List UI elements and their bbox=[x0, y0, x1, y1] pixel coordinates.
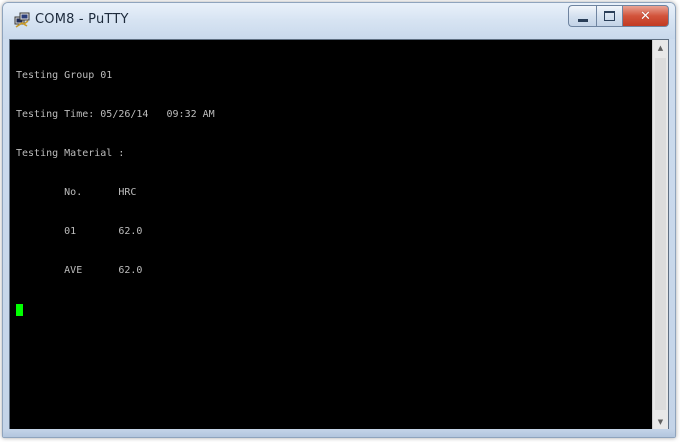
terminal-line: AVE 62.0 bbox=[16, 265, 143, 276]
maximize-button[interactable] bbox=[596, 5, 623, 27]
scroll-up-icon[interactable]: ▲ bbox=[653, 40, 668, 56]
title-bar[interactable]: COM8 - PuTTY ✕ bbox=[3, 3, 675, 39]
scroll-thumb[interactable] bbox=[655, 58, 666, 410]
putty-icon[interactable] bbox=[13, 12, 31, 30]
window-bottom-border bbox=[3, 429, 675, 437]
minimize-icon bbox=[577, 18, 588, 22]
scroll-down-icon[interactable]: ▼ bbox=[653, 414, 668, 430]
terminal-line: 01 62.0 bbox=[16, 226, 143, 237]
terminal-line: Testing Group 01 bbox=[16, 70, 113, 81]
terminal-cursor bbox=[16, 304, 23, 316]
minimize-button[interactable] bbox=[568, 5, 596, 27]
window-title: COM8 - PuTTY bbox=[35, 12, 129, 27]
maximize-icon bbox=[604, 11, 615, 21]
terminal-line: Testing Time: 05/26/14 09:32 AM bbox=[16, 109, 215, 120]
terminal-area[interactable]: Testing Group 01 Testing Time: 05/26/14 … bbox=[9, 39, 669, 431]
putty-window: COM8 - PuTTY ✕ Testing Group 01 Testing … bbox=[2, 2, 676, 438]
vertical-scrollbar[interactable]: ▲ ▼ bbox=[652, 40, 668, 430]
terminal-output[interactable]: Testing Group 01 Testing Time: 05/26/14 … bbox=[16, 43, 646, 425]
caption-buttons: ✕ bbox=[568, 5, 669, 27]
terminal-line: No. HRC bbox=[16, 187, 137, 198]
cursor-line bbox=[16, 303, 646, 316]
close-icon: ✕ bbox=[640, 8, 651, 24]
terminal-line: Testing Material : bbox=[16, 148, 125, 159]
close-button[interactable]: ✕ bbox=[623, 5, 669, 27]
